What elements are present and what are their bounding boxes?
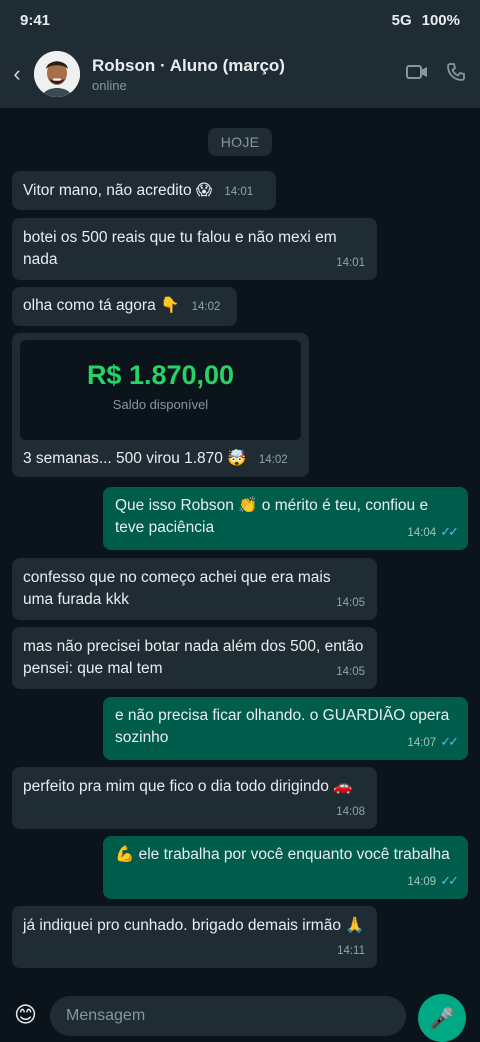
message-text: e não precisa ficar olhando. o GUARDIÃO …	[115, 707, 450, 746]
message-text: Que isso Robson 👏 o mérito é teu, confio…	[115, 497, 429, 536]
contact-name: Robson · Aluno (março)	[92, 55, 285, 75]
chevron-left-icon[interactable]: ‹	[0, 61, 34, 87]
message-meta: 14:09 ✓✓	[407, 870, 459, 893]
contact-info[interactable]: Robson · Aluno (março) online	[92, 56, 406, 93]
message-bubble-incoming[interactable]: perfeito pra mim que fico o dia todo dir…	[12, 767, 377, 829]
message-composer: 😊 Mensagem 🎤	[0, 986, 480, 1042]
double-check-icon: ✓✓	[440, 524, 459, 539]
message-time: 14:02	[191, 301, 221, 313]
message-text: mas não precisei botar nada além dos 500…	[23, 638, 364, 677]
message-text: confesso que no começo achei que era mai…	[23, 569, 331, 608]
message-text: perfeito pra mim que fico o dia todo dir…	[23, 778, 353, 795]
double-check-icon: ✓✓	[440, 873, 459, 888]
message-meta: 14:07 ✓✓	[407, 731, 459, 754]
message-bubble-incoming[interactable]: confesso que no começo achei que era mai…	[12, 558, 377, 620]
balance-label: Saldo disponível	[112, 397, 209, 412]
microphone-icon[interactable]: 🎤	[418, 994, 466, 1042]
status-right: 5G 100%	[392, 12, 460, 29]
status-time: 9:41	[20, 11, 51, 29]
message-input[interactable]: Mensagem	[50, 996, 406, 1036]
message-text: Vitor mano, não acredito 😱	[23, 182, 213, 199]
balance-amount: R$ 1.870,00	[86, 360, 235, 390]
message-time: 14:09	[407, 876, 437, 888]
phone-icon[interactable]	[446, 62, 466, 87]
message-bubble-incoming[interactable]: olha como tá agora 👇 14:02	[12, 287, 237, 326]
message-meta: 14:04 ✓✓	[407, 521, 459, 544]
avatar[interactable]	[34, 51, 80, 97]
smiley-icon[interactable]: 😊	[14, 1002, 37, 1028]
chat-area[interactable]: HOJE Vitor mano, não acredito 😱 14:01 bo…	[0, 108, 480, 986]
message-text: 💪 ele trabalha por você enquanto você tr…	[115, 846, 450, 863]
status-bar: 9:41 5G 100%	[0, 0, 480, 40]
chat-header: ‹ Robson · Aluno (março) online	[0, 40, 480, 108]
message-text: botei os 500 reais que tu falou e não me…	[23, 229, 337, 268]
message-text: 3 semanas... 500 virou 1.870 🤯	[23, 450, 247, 467]
message-time: 14:01	[224, 186, 254, 198]
header-actions	[406, 62, 480, 87]
balance-card: R$ 1.870,00 Saldo disponível	[20, 340, 301, 440]
message-bubble-incoming[interactable]: mas não precisei botar nada além dos 500…	[12, 627, 377, 689]
date-divider: HOJE	[208, 128, 272, 156]
message-bubble-outgoing[interactable]: 💪 ele trabalha por você enquanto você tr…	[103, 836, 468, 899]
message-bubble-incoming-card[interactable]: R$ 1.870,00 Saldo disponível 3 semanas..…	[12, 333, 309, 477]
message-text: olha como tá agora 👇	[23, 297, 180, 314]
message-time: 14:01	[336, 257, 365, 269]
message-text: já indiquei pro cunhado. brigado demais …	[23, 917, 365, 934]
message-bubble-incoming[interactable]: já indiquei pro cunhado. brigado demais …	[12, 906, 377, 968]
message-time: 14:05	[336, 666, 365, 678]
message-time: 14:11	[337, 945, 365, 957]
message-time: 14:02	[258, 454, 288, 466]
network-indicator: 5G	[391, 11, 412, 29]
battery-indicator: 100%	[421, 11, 460, 29]
message-bubble-outgoing[interactable]: Que isso Robson 👏 o mérito é teu, confio…	[103, 487, 468, 550]
message-bubble-incoming[interactable]: botei os 500 reais que tu falou e não me…	[12, 218, 377, 280]
message-bubble-incoming[interactable]: Vitor mano, não acredito 😱 14:01	[12, 171, 276, 210]
message-bubble-outgoing[interactable]: e não precisa ficar olhando. o GUARDIÃO …	[103, 697, 468, 760]
message-time: 14:07	[407, 737, 437, 749]
message-time: 14:04	[407, 527, 437, 539]
message-time: 14:08	[336, 806, 365, 818]
message-time: 14:05	[336, 597, 365, 609]
double-check-icon: ✓✓	[440, 734, 459, 749]
video-icon[interactable]	[406, 62, 428, 87]
contact-status: online	[92, 77, 127, 93]
